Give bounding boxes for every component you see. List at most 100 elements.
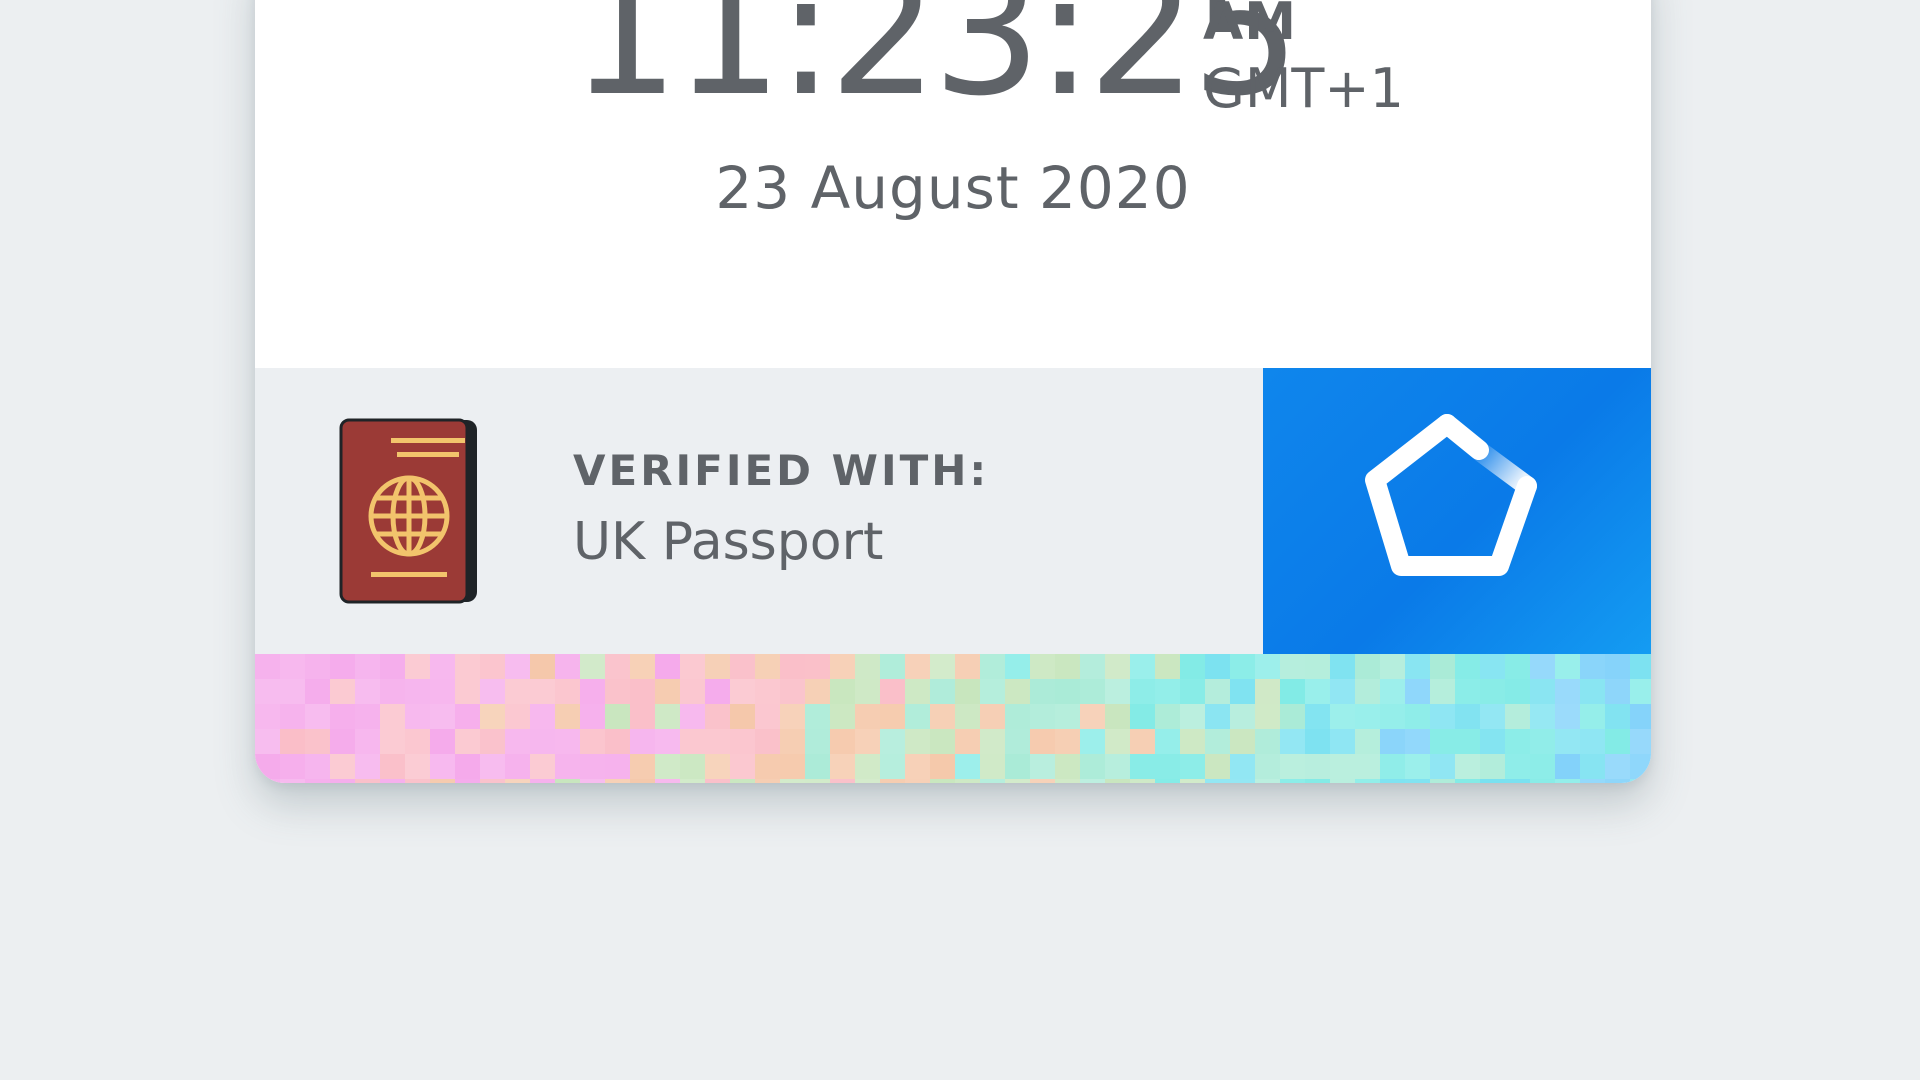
- pixel-tile: [1130, 779, 1156, 783]
- pixel-tile: [355, 779, 381, 783]
- pixel-tile: [755, 679, 781, 705]
- pixel-tile: [1605, 779, 1631, 783]
- pixel-tile: [1180, 754, 1206, 780]
- pixel-tile: [1455, 654, 1481, 680]
- pixel-tile: [1305, 729, 1331, 755]
- pixel-tile: [1280, 679, 1306, 705]
- pixel-tile: [280, 679, 306, 705]
- pixel-tile: [430, 679, 456, 705]
- pixel-tile: [1630, 779, 1651, 783]
- pixel-tile: [1530, 729, 1556, 755]
- pixel-tile: [1455, 779, 1481, 783]
- pixel-tile: [1155, 679, 1181, 705]
- pixel-tile: [1005, 679, 1031, 705]
- pixel-tile: [380, 779, 406, 783]
- pixel-tile: [405, 779, 431, 783]
- pixel-tile: [905, 654, 931, 680]
- pixel-tile: [830, 754, 856, 780]
- pixel-tile: [1405, 679, 1431, 705]
- pixel-tile: [1005, 779, 1031, 783]
- pixel-tile: [855, 754, 881, 780]
- pixel-tile: [1480, 754, 1506, 780]
- pixel-tile: [555, 754, 581, 780]
- pixel-tile: [855, 779, 881, 783]
- pixel-tile: [1080, 754, 1106, 780]
- pixel-tile: [330, 704, 356, 730]
- pixel-tile: [305, 654, 331, 680]
- pixel-tile: [1580, 704, 1606, 730]
- pixel-tile: [1530, 754, 1556, 780]
- pixel-tile: [880, 679, 906, 705]
- pixel-tile: [1330, 779, 1356, 783]
- pixel-tile: [1105, 754, 1131, 780]
- pixel-tile: [730, 754, 756, 780]
- pixel-tile: [480, 679, 506, 705]
- pixel-tile: [1605, 729, 1631, 755]
- pixel-tile: [505, 704, 531, 730]
- pixel-tile: [1480, 779, 1506, 783]
- pixel-tile: [605, 729, 631, 755]
- pixel-tile: [1255, 654, 1281, 680]
- pixel-tile: [1155, 654, 1181, 680]
- pixel-tile: [1505, 679, 1531, 705]
- pixel-tile: [1155, 754, 1181, 780]
- pixel-tile: [1255, 729, 1281, 755]
- pixel-tile: [1405, 779, 1431, 783]
- pixel-tile: [280, 754, 306, 780]
- pixel-tile: [305, 729, 331, 755]
- pixel-tile: [480, 729, 506, 755]
- pixel-tile: [1455, 679, 1481, 705]
- pixel-tile: [455, 654, 481, 680]
- pixel-tile: [1555, 729, 1581, 755]
- pixel-tile: [1580, 754, 1606, 780]
- pixel-tile: [430, 754, 456, 780]
- pixel-tile: [430, 704, 456, 730]
- pixel-tile: [1055, 654, 1081, 680]
- pixel-tile: [480, 654, 506, 680]
- pixel-tile: [1355, 729, 1381, 755]
- pixel-tile: [730, 654, 756, 680]
- pixel-tile: [430, 654, 456, 680]
- pixel-tile: [1155, 704, 1181, 730]
- pixel-tile: [1330, 654, 1356, 680]
- pixel-tile: [655, 729, 681, 755]
- pixel-tile: [780, 654, 806, 680]
- pixel-tile: [830, 779, 856, 783]
- pixel-tile: [1380, 654, 1406, 680]
- pixel-tile: [380, 729, 406, 755]
- pixel-tile: [1230, 754, 1256, 780]
- pixel-tile: [1030, 679, 1056, 705]
- verification-bar: VERIFIED WITH: UK Passport: [255, 368, 1651, 654]
- pixel-tile: [1555, 654, 1581, 680]
- passport-icon: [339, 418, 479, 604]
- pixel-tile: [1255, 754, 1281, 780]
- pixel-tile: [1130, 704, 1156, 730]
- pixel-tile: [1180, 779, 1206, 783]
- pixel-tile: [555, 654, 581, 680]
- pixel-tile: [1155, 779, 1181, 783]
- pixel-tile: [780, 779, 806, 783]
- pixel-tile: [1605, 754, 1631, 780]
- pixel-tile: [555, 704, 581, 730]
- pixel-tile: [780, 679, 806, 705]
- pixel-tile: [1380, 679, 1406, 705]
- pixel-tile: [1030, 754, 1056, 780]
- pixel-tile: [905, 729, 931, 755]
- pixel-tile: [1380, 754, 1406, 780]
- pixel-tile: [1230, 729, 1256, 755]
- pixel-tile: [280, 654, 306, 680]
- pixel-tile: [955, 654, 981, 680]
- pixel-tile: [405, 729, 431, 755]
- pixel-tile: [405, 754, 431, 780]
- pixel-tile: [1405, 754, 1431, 780]
- pixel-tile: [505, 779, 531, 783]
- pixel-tile: [530, 654, 556, 680]
- pixel-tile: [980, 679, 1006, 705]
- pixel-tile: [355, 679, 381, 705]
- pixel-tile: [1405, 654, 1431, 680]
- pixel-tile: [1205, 754, 1231, 780]
- pixel-tile: [980, 704, 1006, 730]
- clock-area: 11:23:25 AM GMT+1 23 August 2020: [255, 0, 1651, 368]
- pixel-tile: [1630, 729, 1651, 755]
- pixel-tile: [1355, 654, 1381, 680]
